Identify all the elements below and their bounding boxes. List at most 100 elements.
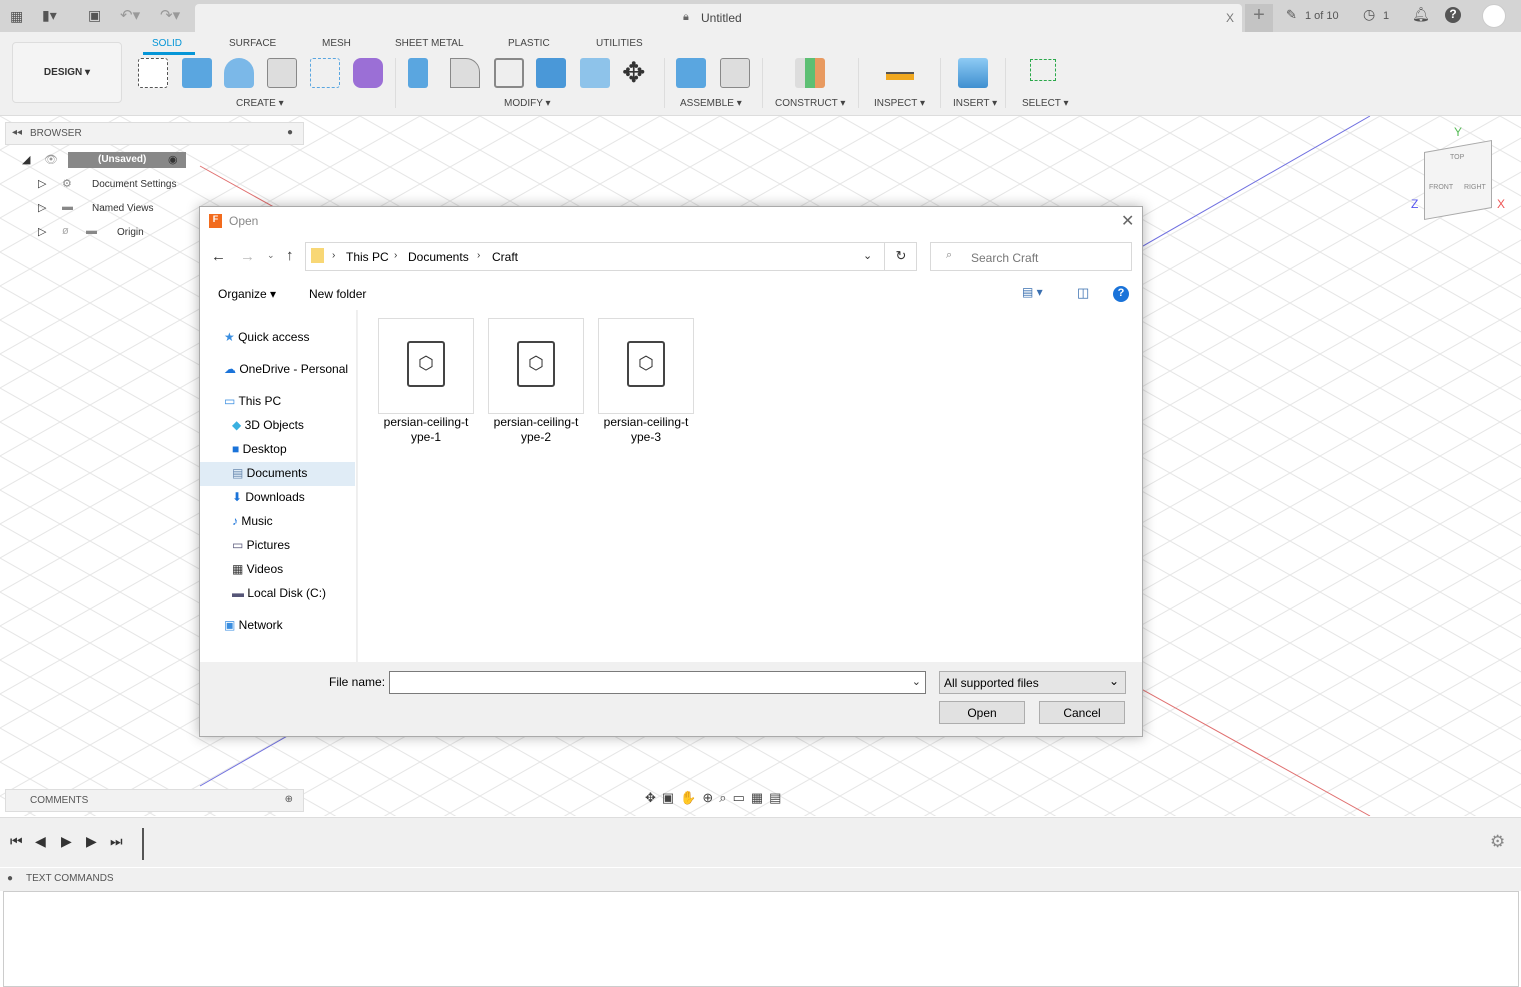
redo-icon[interactable]: ↷▾ xyxy=(160,6,180,24)
tab-surface[interactable]: SURFACE xyxy=(229,38,276,49)
add-comment-icon[interactable]: ⊕ xyxy=(285,794,293,805)
measure-icon[interactable] xyxy=(886,72,914,80)
assemble-menu[interactable]: ASSEMBLE ▾ xyxy=(680,98,742,109)
step-forward-icon[interactable]: ▶ xyxy=(86,833,97,850)
file-name[interactable]: persian-ceiling-t ype-3 xyxy=(593,415,699,445)
inspect-menu[interactable]: INSPECT ▾ xyxy=(874,98,925,109)
insert-image-icon[interactable] xyxy=(958,58,988,88)
text-commands-header[interactable]: ● TEXT COMMANDS xyxy=(0,868,1521,891)
fillet-icon[interactable] xyxy=(450,58,480,88)
organize-button[interactable]: Organize ▾ xyxy=(218,287,276,301)
move-icon[interactable]: ✥ xyxy=(622,56,645,89)
new-tab-button[interactable]: + xyxy=(1245,4,1273,32)
job-status[interactable]: 1 of 10 xyxy=(1305,10,1339,22)
joint-icon[interactable] xyxy=(720,58,750,88)
expand-icon[interactable]: ◢ xyxy=(22,153,30,166)
nav-3d-objects[interactable]: ◆ 3D Objects xyxy=(232,418,304,432)
create-sketch-icon[interactable] xyxy=(138,58,168,88)
file-type-select[interactable]: All supported files ⌄ xyxy=(939,671,1126,694)
nav-music[interactable]: ♪ Music xyxy=(232,514,273,528)
refresh-icon[interactable]: ↻ xyxy=(884,243,917,270)
tab-mesh[interactable]: MESH xyxy=(322,38,351,49)
orbit-icon[interactable]: ✥ xyxy=(645,790,662,805)
tab-solid[interactable]: SOLID xyxy=(152,38,182,49)
nav-desktop[interactable]: ■ Desktop xyxy=(232,442,287,456)
create-menu[interactable]: CREATE ▾ xyxy=(236,98,284,109)
display-settings-icon[interactable]: ▭ xyxy=(733,790,751,805)
new-folder-button[interactable]: New folder xyxy=(309,287,366,301)
fit-icon[interactable]: ⌕ xyxy=(719,790,732,805)
expand-icon[interactable]: ▷ xyxy=(38,202,46,214)
browser-item-named-views[interactable]: ▷ ▬ Named Views xyxy=(38,201,154,214)
viewports-icon[interactable]: ▤ xyxy=(769,790,787,805)
visibility-eye-icon[interactable]: 👁︎ xyxy=(44,153,58,166)
expand-icon[interactable]: ▷ xyxy=(38,178,46,190)
timeline-marker[interactable] xyxy=(142,828,144,860)
user-avatar[interactable] xyxy=(1482,4,1506,28)
combine-icon[interactable] xyxy=(536,58,566,88)
extrude-icon[interactable] xyxy=(182,58,212,88)
forward-icon[interactable]: → xyxy=(240,248,255,265)
breadcrumb-craft[interactable]: Craft xyxy=(492,250,518,264)
play-icon[interactable]: ▶ xyxy=(61,833,72,850)
open-button[interactable]: Open xyxy=(939,701,1025,724)
pin-icon[interactable]: ● xyxy=(287,127,293,138)
select-menu[interactable]: SELECT ▾ xyxy=(1022,98,1069,109)
cancel-button[interactable]: Cancel xyxy=(1039,701,1125,724)
browser-item-origin[interactable]: ▷ ø ▬ Origin xyxy=(38,225,144,238)
view-options-icon[interactable]: ▤ ▾ xyxy=(1022,285,1043,299)
go-to-start-icon[interactable]: ⏮ xyxy=(10,833,23,850)
nav-local-disk[interactable]: ▬ Local Disk (C:) xyxy=(232,586,326,600)
collapse-icon[interactable]: ● xyxy=(7,873,13,884)
close-dialog-button[interactable]: ✕ xyxy=(1121,211,1134,231)
view-cube[interactable]: TOP FRONT RIGHT xyxy=(1424,140,1492,220)
nav-network[interactable]: ▣ Network xyxy=(224,618,283,632)
recent-locations-icon[interactable]: ⌄ xyxy=(267,250,275,261)
address-bar[interactable]: › This PC › Documents › Craft ⌄ ↻ xyxy=(305,242,917,271)
apps-grid-icon[interactable]: ▦ xyxy=(10,8,23,25)
pattern-icon[interactable] xyxy=(310,58,340,88)
breadcrumb-documents[interactable]: Documents xyxy=(408,250,469,264)
undo-icon[interactable]: ↶▾ xyxy=(120,6,140,24)
create-form-icon[interactable] xyxy=(353,58,383,88)
notification-bell-icon[interactable]: 🔔︎ xyxy=(1412,6,1430,23)
help-icon[interactable]: ? xyxy=(1445,7,1461,23)
clock-icon[interactable]: ◷ xyxy=(1363,6,1375,23)
browser-item-document-settings[interactable]: ▷ ⚙ Document Settings xyxy=(38,177,177,190)
file-name[interactable]: persian-ceiling-t ype-2 xyxy=(483,415,589,445)
up-icon[interactable]: ↑ xyxy=(286,247,294,264)
go-to-end-icon[interactable]: ⏭ xyxy=(110,833,123,850)
tab-plastic[interactable]: PLASTIC xyxy=(508,38,550,49)
tab-utilities[interactable]: UTILITIES xyxy=(596,38,643,49)
preview-pane-icon[interactable]: ◫ xyxy=(1077,285,1089,301)
nav-this-pc[interactable]: ▭ This PC xyxy=(224,394,281,408)
file-name-input[interactable]: ⌄ xyxy=(389,671,926,694)
look-at-icon[interactable]: ▣ xyxy=(662,790,680,805)
activate-radio-icon[interactable]: ◉ xyxy=(168,153,178,166)
nav-onedrive[interactable]: ☁ OneDrive - Personal xyxy=(224,362,348,376)
file-menu-icon[interactable]: ▮▾ xyxy=(42,7,57,24)
offset-plane-icon[interactable] xyxy=(795,58,825,88)
save-icon[interactable]: ▣ xyxy=(88,7,101,24)
text-commands-area[interactable] xyxy=(3,891,1519,987)
nav-quick-access[interactable]: ★ Quick access xyxy=(224,330,309,344)
tab-sheet-metal[interactable]: SHEET METAL xyxy=(395,38,464,49)
shell-icon[interactable] xyxy=(494,58,524,88)
workspace-switcher[interactable]: DESIGN ▾ xyxy=(12,42,122,103)
help-icon[interactable]: ? xyxy=(1113,286,1129,302)
chevron-down-icon[interactable]: ⌄ xyxy=(912,675,921,688)
file-item[interactable]: ⬡ xyxy=(598,318,694,414)
window-select-icon[interactable] xyxy=(1030,59,1056,81)
nav-videos[interactable]: ▦ Videos xyxy=(232,562,283,576)
insert-menu[interactable]: INSERT ▾ xyxy=(953,98,997,109)
revolve-icon[interactable] xyxy=(224,58,254,88)
file-item[interactable]: ⬡ xyxy=(488,318,584,414)
zoom-icon[interactable]: ⊕ xyxy=(702,790,719,805)
back-icon[interactable]: ← xyxy=(211,248,226,265)
nav-pictures[interactable]: ▭ Pictures xyxy=(232,538,290,552)
construct-menu[interactable]: CONSTRUCT ▾ xyxy=(775,98,845,109)
comments-panel-header[interactable]: COMMENTS ⊕ xyxy=(5,789,304,812)
step-back-icon[interactable]: ◀ xyxy=(35,833,46,850)
search-input[interactable]: ⌕ Search Craft xyxy=(930,242,1132,271)
file-item[interactable]: ⬡ xyxy=(378,318,474,414)
